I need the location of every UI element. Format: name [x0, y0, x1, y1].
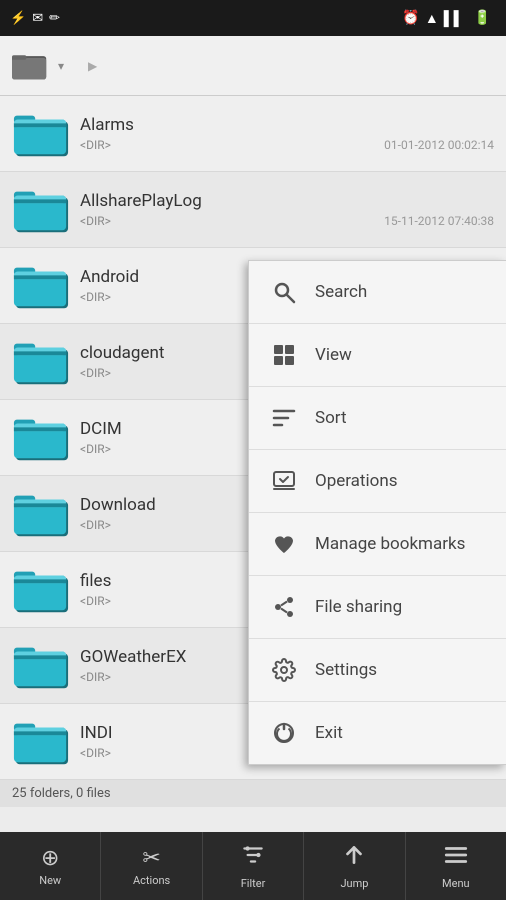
plus-icon: ⊕	[41, 846, 59, 871]
menu-item-exit[interactable]: Exit	[249, 702, 506, 764]
list-status: 25 folders, 0 files	[0, 780, 506, 807]
gmail-icon: ✉	[32, 11, 43, 26]
edit-icon: ✏	[49, 11, 60, 26]
file-name: AllsharePlayLog	[80, 191, 494, 211]
file-type: <DIR>	[80, 518, 111, 532]
file-type: <DIR>	[80, 594, 111, 608]
status-left-icons: ⚡ ✉ ✏	[10, 11, 60, 26]
usb-icon: ⚡	[10, 11, 26, 26]
toolbar-actions-label: Actions	[133, 874, 170, 887]
menu-label-sort: Sort	[315, 408, 347, 428]
settings-icon	[269, 655, 299, 685]
folder-icon	[12, 713, 70, 771]
status-bar: ⚡ ✉ ✏ ⏰ ▲ ▌▌ 🔋	[0, 0, 506, 36]
toolbar-actions-button[interactable]: ✂ Actions	[101, 832, 202, 900]
menu-item-view[interactable]: View	[249, 324, 506, 387]
file-info: AllsharePlayLog <DIR> 15-11-2012 07:40:38	[80, 191, 494, 228]
share-icon	[269, 592, 299, 622]
search-icon	[269, 277, 299, 307]
file-type: <DIR>	[80, 214, 111, 228]
file-meta-row: <DIR> 15-11-2012 07:40:38	[80, 214, 494, 228]
context-menu: Search View Sort Operations Manage bookmarks…	[248, 260, 506, 765]
alarm-icon: ⏰	[402, 10, 419, 26]
file-name: Alarms	[80, 115, 494, 135]
wifi-icon: ▲	[425, 10, 439, 27]
menu-item-settings[interactable]: Settings	[249, 639, 506, 702]
folder-icon	[12, 257, 70, 315]
folder-icon	[12, 485, 70, 543]
wrench-icon: ✂	[142, 846, 160, 871]
title-right-arrow: ▶	[88, 59, 97, 73]
toolbar-filter-label: Filter	[241, 877, 266, 890]
folder-icon	[12, 181, 70, 239]
menu-label-filesharing: File sharing	[315, 597, 402, 617]
menu-label-settings: Settings	[315, 660, 377, 680]
menu-item-search[interactable]: Search	[249, 261, 506, 324]
file-date: 15-11-2012 07:40:38	[384, 214, 494, 228]
file-type: <DIR>	[80, 366, 111, 380]
sort-icon	[269, 403, 299, 433]
filter-icon	[240, 842, 266, 874]
menu-item-filesharing[interactable]: File sharing	[249, 576, 506, 639]
toolbar-jump-label: Jump	[340, 877, 368, 890]
folder-icon	[12, 561, 70, 619]
menu-label-search: Search	[315, 282, 367, 302]
toolbar-filter-button[interactable]: Filter	[203, 832, 304, 900]
title-bar: ▾ ▶	[0, 36, 506, 96]
menu-label-view: View	[315, 345, 352, 365]
folder-icon	[12, 409, 70, 467]
list-item[interactable]: AllsharePlayLog <DIR> 15-11-2012 07:40:38	[0, 172, 506, 248]
toolbar-new-button[interactable]: ⊕ New	[0, 832, 101, 900]
signal-icon: ▌▌	[444, 10, 464, 27]
folder-icon	[12, 333, 70, 391]
file-type: <DIR>	[80, 442, 111, 456]
folder-icon	[12, 105, 70, 163]
exit-icon	[269, 718, 299, 748]
file-type: <DIR>	[80, 746, 111, 760]
menu-label-bookmarks: Manage bookmarks	[315, 534, 465, 554]
jump-icon	[341, 842, 367, 874]
file-type: <DIR>	[80, 138, 111, 152]
menu-item-operations[interactable]: Operations	[249, 450, 506, 513]
toolbar-menu-label: Menu	[442, 877, 470, 890]
status-right-icons: ⏰ ▲ ▌▌ 🔋	[402, 10, 496, 27]
file-date: 01-01-2012 00:02:14	[384, 138, 494, 152]
title-dropdown-arrow[interactable]: ▾	[58, 59, 64, 73]
file-type: <DIR>	[80, 670, 111, 684]
toolbar-jump-button[interactable]: Jump	[304, 832, 405, 900]
heart-icon	[269, 529, 299, 559]
file-type: <DIR>	[80, 290, 111, 304]
menu-item-sort[interactable]: Sort	[249, 387, 506, 450]
file-info: Alarms <DIR> 01-01-2012 00:02:14	[80, 115, 494, 152]
menu-label-operations: Operations	[315, 471, 398, 491]
folder-icon	[12, 637, 70, 695]
menu-icon	[443, 842, 469, 874]
title-folder-icon	[12, 48, 48, 84]
bottom-toolbar: ⊕ New ✂ Actions Filter Jump Menu	[0, 832, 506, 900]
menu-label-exit: Exit	[315, 723, 343, 743]
toolbar-new-label: New	[39, 874, 61, 887]
view-icon	[269, 340, 299, 370]
list-item[interactable]: Alarms <DIR> 01-01-2012 00:02:14	[0, 96, 506, 172]
file-meta-row: <DIR> 01-01-2012 00:02:14	[80, 138, 494, 152]
operations-icon	[269, 466, 299, 496]
toolbar-menu-button[interactable]: Menu	[406, 832, 506, 900]
menu-item-bookmarks[interactable]: Manage bookmarks	[249, 513, 506, 576]
battery-icon: 🔋	[474, 10, 491, 26]
